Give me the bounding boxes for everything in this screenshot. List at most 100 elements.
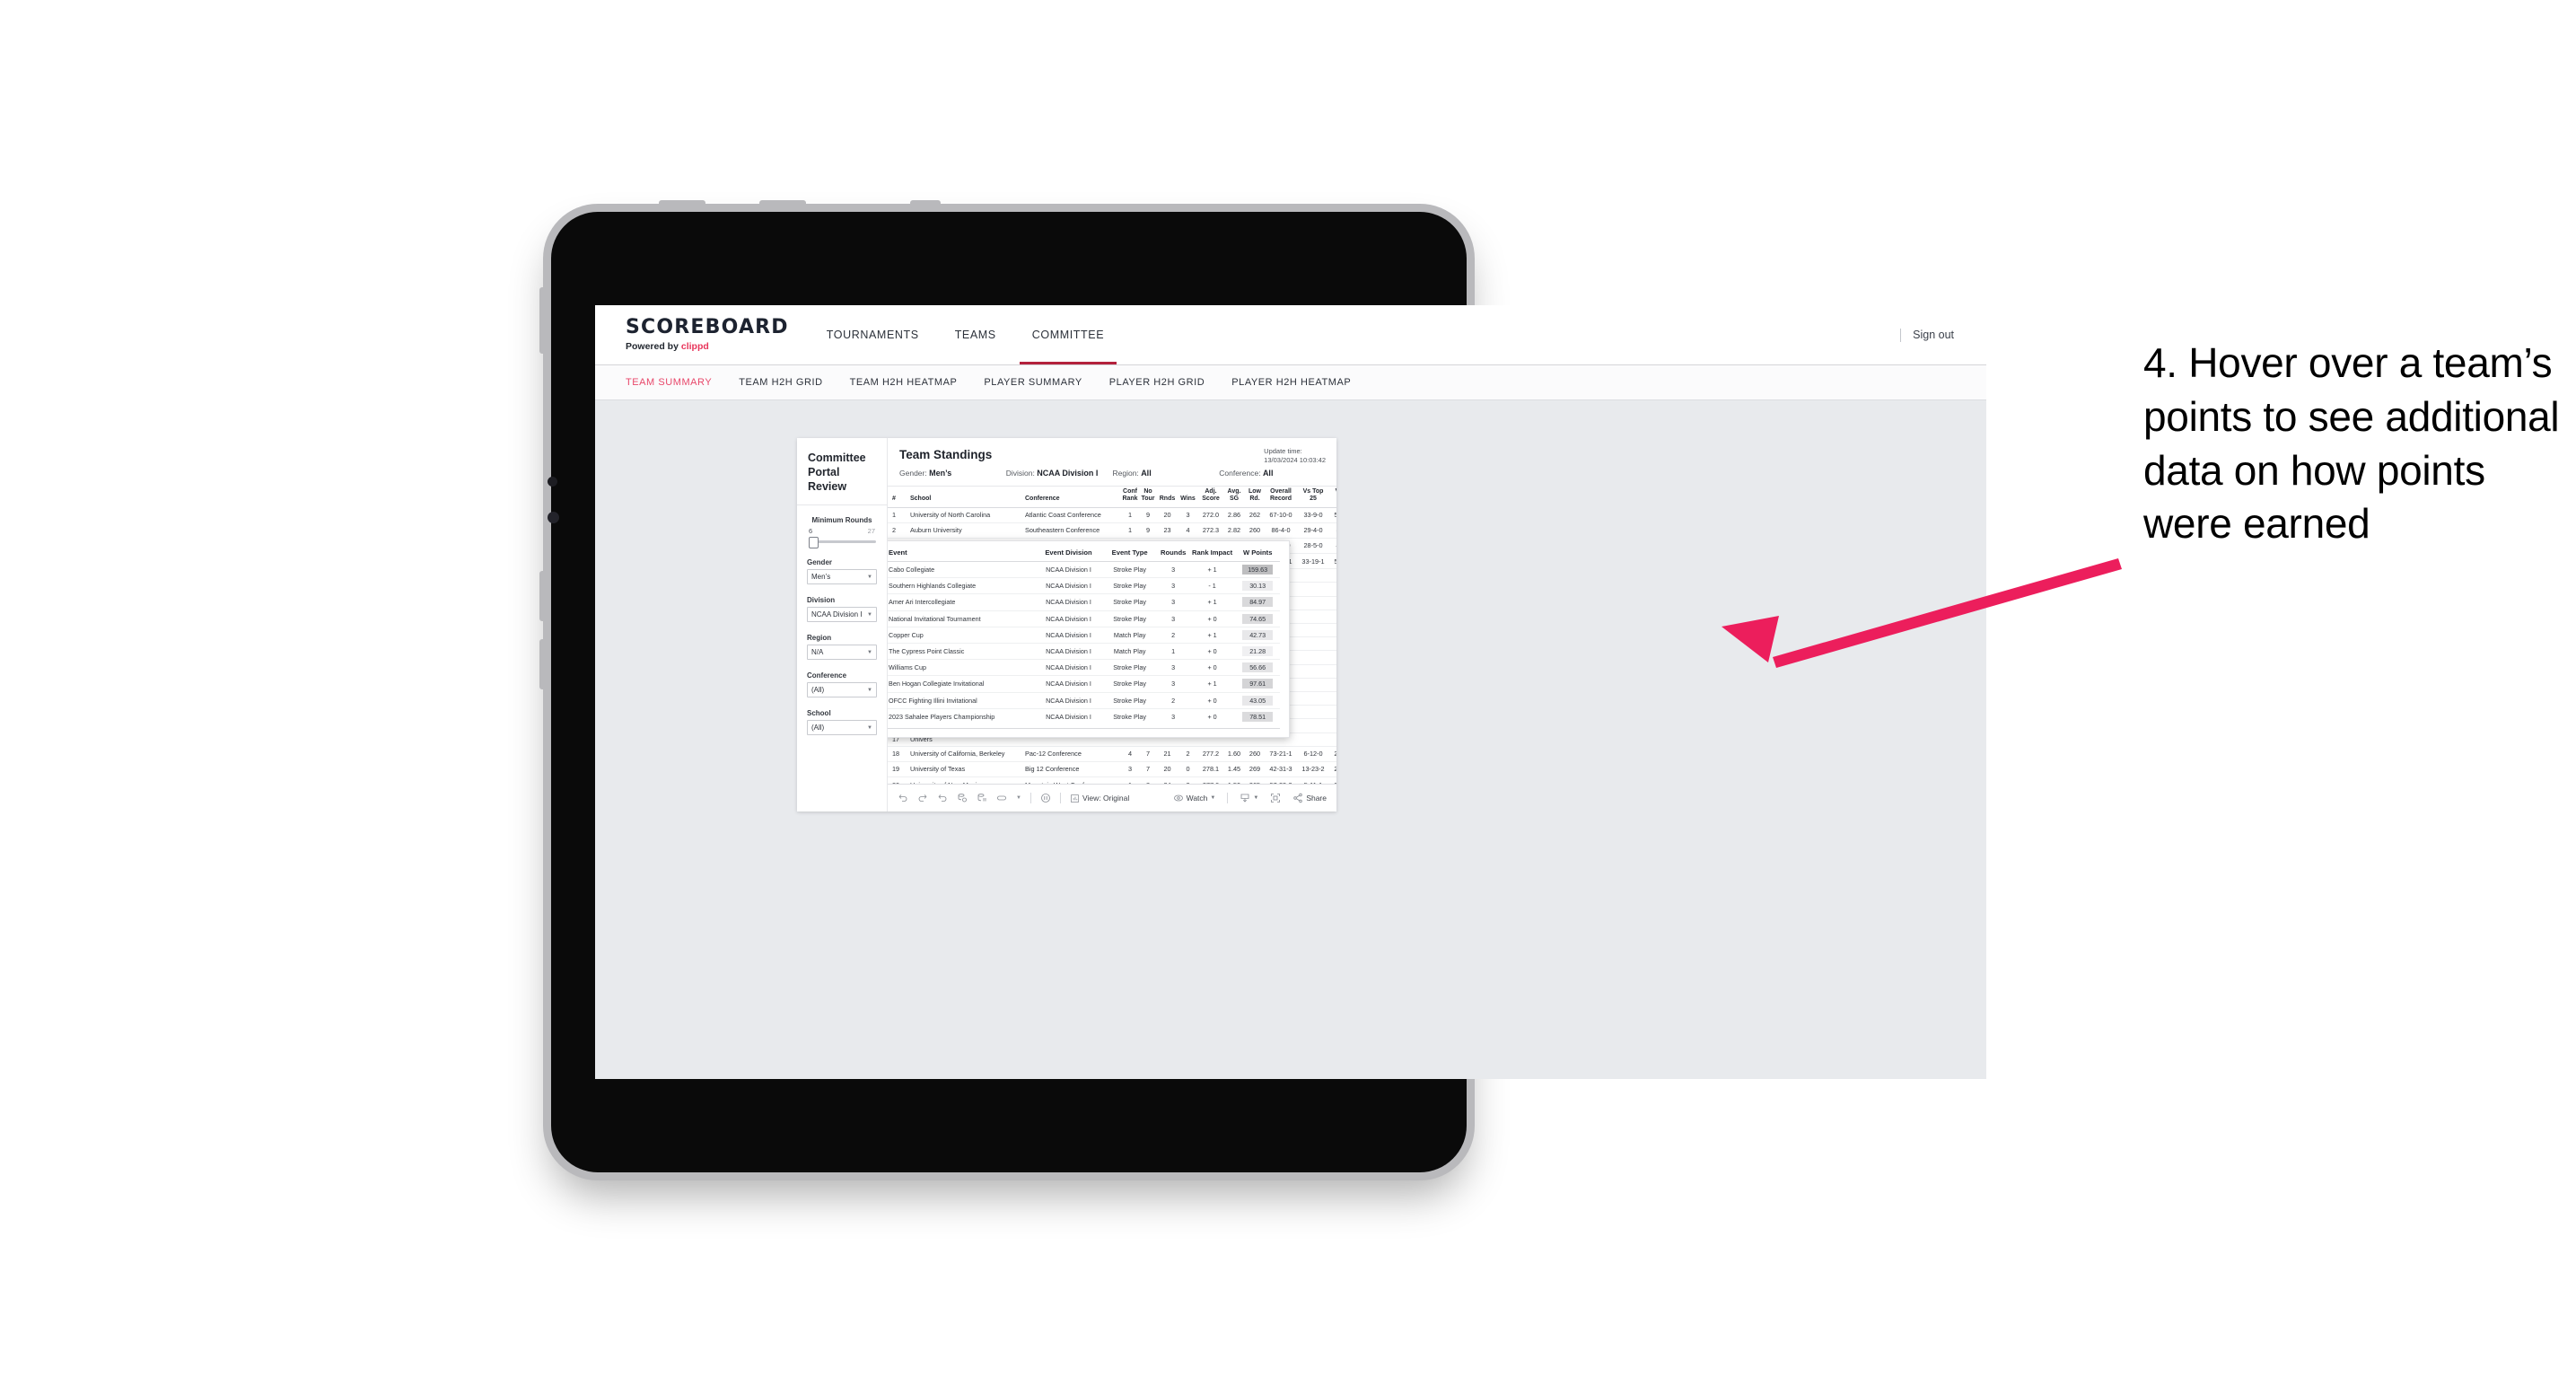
col-avg-sg[interactable]: Avg. SG	[1223, 487, 1245, 508]
cell-vs-top-50	[1329, 705, 1336, 720]
table-row[interactable]: 1 University of North Carolina Atlantic Co…	[888, 507, 1336, 523]
school-filter-label: School	[807, 709, 831, 717]
tab-player-h2h-grid[interactable]: PLAYER H2H GRID	[1109, 377, 1205, 388]
region-select[interactable]: N/A ▼	[807, 645, 877, 660]
table-row[interactable]: 2 Auburn University Southeastern Conferenc…	[888, 522, 1336, 539]
cell-conference: Pac-12 Conference	[1021, 746, 1121, 762]
col-vs-top-50[interactable]: Vs Top50	[1329, 487, 1336, 508]
gender-select[interactable]: Men’s ▼	[807, 569, 877, 584]
w-points-value: 97.61	[1242, 679, 1274, 689]
brand-logo[interactable]: SCOREBOARD Powered by clippd	[595, 305, 809, 364]
cell-no-tour: 8	[1139, 776, 1157, 784]
cell-conf-rank: 1	[1121, 507, 1139, 523]
cell-vs-top-25	[1297, 678, 1329, 692]
tip-cell-event-division: NCAA Division I	[1035, 692, 1102, 709]
col-conf-rank[interactable]: Conf Rank	[1121, 487, 1139, 508]
cell-rnds: 23	[1157, 522, 1178, 539]
tip-cell-event-division: NCAA Division I	[1046, 712, 1091, 721]
download-button[interactable]: ▼	[1240, 793, 1258, 803]
viz-toolbar: ▼ View: Original Watch ▼ ▼ Share	[888, 784, 1336, 811]
tab-team-h2h-grid[interactable]: TEAM H2H GRID	[739, 377, 822, 388]
brand-tagline-prefix: Powered by	[626, 341, 681, 352]
toolbar-divider	[1030, 793, 1031, 803]
col-wins[interactable]: Wins	[1178, 487, 1198, 508]
tip-cell-w-points: 56.66	[1235, 659, 1280, 677]
cell-vs-top-50	[1329, 664, 1336, 679]
col-school[interactable]: School	[906, 487, 1021, 508]
revert-icon[interactable]	[937, 793, 948, 803]
chevron-down-icon: ▼	[1210, 795, 1216, 801]
tip-cell-rank-impact: + 0	[1188, 659, 1236, 677]
share-button[interactable]: Share	[1292, 793, 1327, 803]
tab-player-h2h-heatmap[interactable]: PLAYER H2H HEATMAP	[1231, 377, 1351, 388]
slider-handle[interactable]	[809, 537, 819, 548]
list-item: The Cypress Point Classic NCAA Division I…	[888, 643, 1280, 661]
tip-col-rank-impact: Rank Impact	[1188, 548, 1236, 562]
cell-adj-score: 277.6	[1198, 776, 1223, 784]
tip-cell-event: OFCC Fighting Illini Invitational	[888, 692, 1036, 709]
update-time-value: 13/03/2024 10:03:42	[1264, 456, 1326, 465]
minimum-rounds-label: Minimum Rounds	[811, 516, 872, 524]
fullscreen-icon[interactable]	[1270, 793, 1281, 803]
undo-history-icon[interactable]	[996, 793, 1007, 803]
meta-gender: Gender: Men’s	[899, 469, 1006, 478]
col-conference[interactable]: Conference	[1021, 487, 1121, 508]
brand-tagline-accent: clippd	[680, 341, 709, 352]
col-rank[interactable]: #	[888, 487, 906, 508]
col-rnds[interactable]: Rnds	[1157, 487, 1178, 508]
col-vs-top-25[interactable]: Vs Top 25	[1297, 487, 1329, 508]
device-top-button-2	[759, 200, 806, 208]
undo-icon[interactable]	[898, 793, 908, 803]
list-item: Ben Hogan Collegiate Invitational NCAA Di…	[888, 675, 1280, 693]
refresh-data-icon[interactable]	[957, 793, 968, 803]
portal-title: Committee Portal Review	[797, 438, 887, 505]
cell-vs-top-25: 13-23-2	[1297, 761, 1329, 778]
cell-rank: 2	[888, 522, 906, 539]
share-label: Share	[1306, 794, 1327, 803]
pause-data-icon[interactable]	[977, 793, 987, 803]
pause-auto-update-icon[interactable]	[1040, 793, 1051, 803]
view-original-label: View: Original	[1082, 794, 1130, 803]
eye-icon	[1173, 793, 1184, 803]
col-no-tour[interactable]: No Tour	[1139, 487, 1157, 508]
division-select[interactable]: NCAA Division I ▼	[807, 607, 877, 622]
table-row[interactable]: 20University of New MexicoMountain West …	[888, 776, 1336, 784]
cell-vs-top-25: 33-9-0	[1297, 507, 1329, 523]
cell-vs-top-25	[1297, 582, 1329, 597]
division-select-value: NCAA Division I	[811, 610, 863, 618]
school-select[interactable]: (All) ▼	[807, 720, 877, 735]
tab-player-summary[interactable]: PLAYER SUMMARY	[984, 377, 1082, 388]
tip-cell-w-points: 30.13	[1235, 577, 1280, 595]
w-points-value: 84.97	[1242, 597, 1274, 608]
tab-team-summary[interactable]: TEAM SUMMARY	[626, 377, 712, 388]
tip-cell-event: Copper Cup	[888, 627, 1036, 644]
dashboard-body: Committee Portal Review Minimum Rounds 6…	[797, 438, 1336, 811]
table-row[interactable]: 18 University of California, Berkeley Pac-…	[888, 746, 1336, 762]
col-low-rd[interactable]: Low Rd.	[1245, 487, 1265, 508]
meta-conference: Conference: All	[1219, 469, 1326, 478]
redo-icon[interactable]	[917, 793, 928, 803]
sign-out-link[interactable]: Sign out	[1913, 329, 1954, 341]
conference-select[interactable]: (All) ▼	[807, 682, 877, 697]
watch-button[interactable]: Watch ▼	[1173, 793, 1216, 803]
cell-no-tour: 7	[1139, 761, 1157, 778]
filter-list: Minimum Rounds 6 27 Gender Men’s ▼ Divis…	[797, 505, 887, 735]
cell-vs-top-50: 55-4-0	[1329, 522, 1336, 539]
tip-cell-event-division: NCAA Division I	[1035, 577, 1102, 595]
nav-item-tournaments[interactable]: TOURNAMENTS	[809, 305, 937, 364]
cell-vs-top-50	[1329, 568, 1336, 583]
tip-cell-event: Williams Cup	[888, 659, 1036, 677]
col-adj-score[interactable]: Adj. Score	[1198, 487, 1223, 508]
nav-item-committee[interactable]: COMMITTEE	[1014, 305, 1122, 364]
standings-table-wrap: # School Conference Conf Rank No Tour Rnds…	[888, 487, 1336, 784]
tab-team-h2h-heatmap[interactable]: TEAM H2H HEATMAP	[850, 377, 958, 388]
cell-low-rd: 269	[1245, 761, 1265, 778]
view-original-button[interactable]: View: Original	[1070, 794, 1129, 803]
minimum-rounds-slider[interactable]	[807, 536, 877, 548]
cell-vs-top-50	[1329, 650, 1336, 665]
chevron-down-icon[interactable]: ▼	[1016, 795, 1021, 801]
table-row[interactable]: 19 University of Texas Big 12 Conference 3 7…	[888, 761, 1336, 778]
tip-cell-rounds: 3	[1157, 577, 1189, 595]
nav-item-teams[interactable]: TEAMS	[937, 305, 1014, 364]
col-overall-record[interactable]: Overall Record	[1265, 487, 1297, 508]
